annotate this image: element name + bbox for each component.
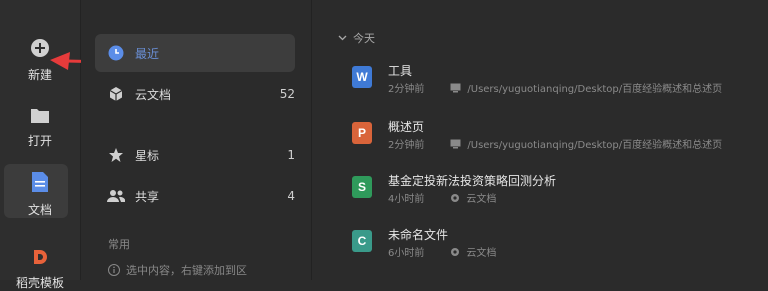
file-row[interactable]: C 未命名文件 6小时前 云文档	[352, 226, 768, 272]
file-meta: 2分钟前/Users/yuguotianqing/Desktop/百度经验概述和…	[388, 136, 722, 151]
file-time: 2分钟前	[388, 84, 425, 95]
share-count: 4	[287, 189, 295, 203]
template-label: 稻壳模板	[15, 276, 64, 290]
file-type-icon: C	[352, 230, 372, 252]
sidebar-item-recent[interactable]: 最近	[95, 34, 295, 72]
cloud-count: 52	[279, 87, 295, 101]
info-icon	[108, 264, 120, 276]
file-row[interactable]: W 工具 2分钟前/Users/yuguotianqing/Desktop/百度经验…	[352, 62, 768, 108]
document-icon	[31, 171, 49, 197]
cloud-gear-icon	[450, 193, 460, 203]
file-time: 2分钟前	[388, 140, 425, 151]
section-title: 常用	[108, 238, 130, 251]
folder-icon	[30, 106, 50, 128]
file-location: /Users/yuguotianqing/Desktop/百度经验概述和总述页	[467, 84, 723, 95]
file-meta: 2分钟前/Users/yuguotianqing/Desktop/百度经验概述和…	[388, 80, 722, 95]
file-type-icon: P	[352, 122, 372, 144]
file-time: 6小时前	[388, 248, 425, 259]
star-icon	[107, 146, 125, 164]
sidebar-item-star[interactable]: 星标 1	[95, 136, 295, 174]
main-panel: 今天 W 工具 2分钟前/Users/yuguotianqing/Desktop/百…	[312, 0, 768, 280]
sidebar-item-label: 共享	[135, 189, 160, 204]
sidebar: 最近 云文档 52 星标 1 共享 4 常用 选中内容，右键添加到区	[81, 0, 312, 280]
plus-circle-icon	[30, 38, 50, 62]
file-location: /Users/yuguotianqing/Desktop/百度经验概述和总述页	[467, 140, 723, 151]
file-type-icon: S	[352, 176, 372, 198]
open-button[interactable]: 打开	[0, 106, 80, 149]
cloud-gear-icon	[450, 247, 460, 257]
open-label: 打开	[27, 134, 52, 148]
left-rail: 新建 打开 文档 稻壳模板	[0, 0, 81, 290]
sidebar-item-share[interactable]: 共享 4	[95, 177, 295, 215]
file-location: 云文档	[466, 194, 497, 205]
clock-icon	[107, 44, 125, 62]
docs-button[interactable]: 文档	[0, 171, 80, 218]
file-name: 工具	[388, 64, 413, 78]
day-header[interactable]: 今天	[338, 30, 375, 46]
file-name: 未命名文件	[388, 228, 449, 242]
file-row[interactable]: S 基金定投新法投资策略回测分析 4小时前 云文档	[352, 172, 768, 218]
people-icon	[107, 187, 125, 205]
sidebar-item-label: 云文档	[135, 87, 172, 102]
file-row[interactable]: P 概述页 2分钟前/Users/yuguotianqing/Desktop/百度经…	[352, 118, 768, 164]
template-button[interactable]: 稻壳模板	[0, 248, 80, 291]
file-name: 基金定投新法投资策略回测分析	[388, 174, 557, 188]
file-time: 4小时前	[388, 194, 425, 205]
file-location: 云文档	[466, 248, 497, 259]
sidebar-item-label: 最近	[135, 46, 160, 61]
hint-text: 选中内容，右键添加到区	[108, 262, 247, 278]
daoke-logo-icon	[31, 248, 49, 270]
star-count: 1	[287, 148, 295, 162]
sidebar-item-label: 星标	[135, 148, 160, 163]
computer-icon	[450, 139, 461, 149]
chevron-down-icon	[338, 35, 347, 41]
cube-icon	[107, 85, 125, 103]
hint-label: 选中内容，右键添加到区	[126, 264, 247, 277]
sidebar-item-cloud[interactable]: 云文档 52	[95, 75, 295, 113]
day-header-label: 今天	[353, 32, 375, 45]
file-meta: 6小时前 云文档	[388, 244, 496, 259]
computer-icon	[450, 83, 461, 93]
file-meta: 4小时前 云文档	[388, 190, 496, 205]
file-name: 概述页	[388, 120, 425, 134]
file-type-icon: W	[352, 66, 372, 88]
docs-label: 文档	[27, 203, 52, 217]
